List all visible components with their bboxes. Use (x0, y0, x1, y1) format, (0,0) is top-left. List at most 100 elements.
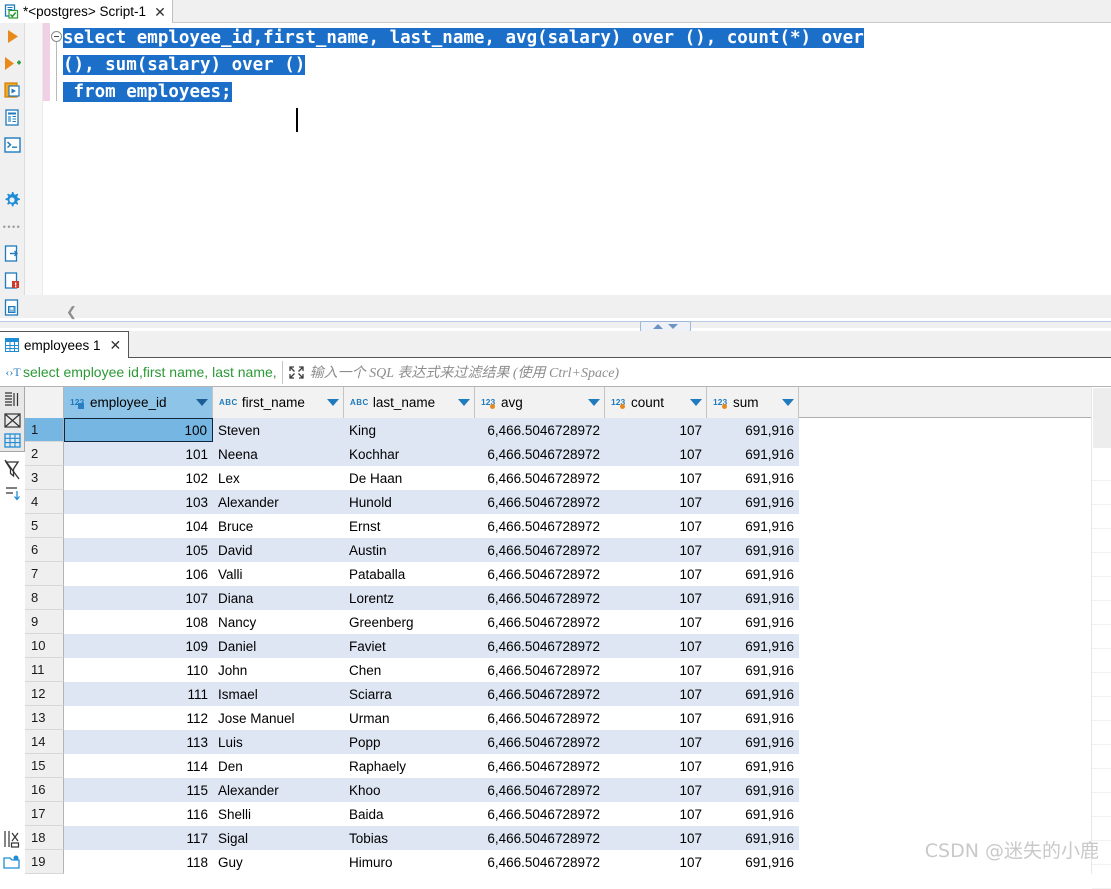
grid-cell-count[interactable]: 107 (605, 442, 707, 466)
grid-cell-last_name[interactable]: Raphaely (344, 754, 475, 778)
grid-cell-count[interactable]: 107 (605, 826, 707, 850)
grid-column-header-last_name[interactable]: ABC last_name (344, 387, 475, 418)
grid-cell-sum[interactable]: 691,916 (707, 562, 799, 586)
editor-tab-script-1[interactable]: *<postgres> Script-1 ✕ (0, 0, 173, 23)
row-number[interactable]: 8 (25, 586, 64, 610)
table-row[interactable]: 18 117 Sigal Tobias 6,466.5046728972 107 691,9… (25, 826, 1091, 850)
triangle-down-icon[interactable] (668, 324, 678, 329)
grid-cell-first_name[interactable]: Shelli (213, 802, 344, 826)
grid-cell-last_name[interactable]: De Haan (344, 466, 475, 490)
grid-rows[interactable]: 1 100 Steven King 6,466.5046728972 107 691,916… (25, 418, 1091, 874)
grid-cell-first_name[interactable]: Alexander (213, 778, 344, 802)
row-number[interactable]: 14 (25, 730, 64, 754)
grid-cell-sum[interactable]: 691,916 (707, 442, 799, 466)
expand-arrows-icon[interactable] (288, 365, 305, 380)
grid-cell-sum[interactable]: 691,916 (707, 682, 799, 706)
grid-cell-employee_id[interactable]: 113 (64, 730, 213, 754)
grid-cell-last_name[interactable]: Tobias (344, 826, 475, 850)
execute-sql-statement-button[interactable] (0, 23, 24, 50)
grid-cell-avg[interactable]: 6,466.5046728972 (475, 466, 605, 490)
row-number[interactable]: 16 (25, 778, 64, 802)
grid-cell-count[interactable]: 107 (605, 706, 707, 730)
grid-cell-employee_id[interactable]: 100 (64, 418, 213, 442)
row-number[interactable]: 12 (25, 682, 64, 706)
row-number[interactable]: 3 (25, 466, 64, 490)
grid-cell-count[interactable]: 107 (605, 682, 707, 706)
grid-cell-sum[interactable]: 691,916 (707, 514, 799, 538)
grid-cell-avg[interactable]: 6,466.5046728972 (475, 634, 605, 658)
grid-cell-avg[interactable]: 6,466.5046728972 (475, 826, 605, 850)
grid-cell-count[interactable]: 107 (605, 418, 707, 442)
grid-cell-sum[interactable]: 691,916 (707, 826, 799, 850)
grid-cell-count[interactable]: 107 (605, 586, 707, 610)
grid-cell-count[interactable]: 107 (605, 466, 707, 490)
grid-cell-first_name[interactable]: Steven (213, 418, 344, 442)
grid-cell-employee_id[interactable]: 115 (64, 778, 213, 802)
grid-cell-first_name[interactable]: Guy (213, 850, 344, 874)
row-number[interactable]: 17 (25, 802, 64, 826)
grid-cell-sum[interactable]: 691,916 (707, 730, 799, 754)
grid-cell-avg[interactable]: 6,466.5046728972 (475, 562, 605, 586)
close-icon[interactable]: ✕ (154, 5, 166, 19)
grid-cell-last_name[interactable]: Sciarra (344, 682, 475, 706)
grid-cell-avg[interactable]: 6,466.5046728972 (475, 706, 605, 730)
script-execute-icon[interactable] (0, 77, 24, 104)
grid-cell-avg[interactable]: 6,466.5046728972 (475, 730, 605, 754)
table-row[interactable]: 9 108 Nancy Greenberg 6,466.5046728972 107 691… (25, 610, 1091, 634)
grid-cell-employee_id[interactable]: 107 (64, 586, 213, 610)
calc-icon[interactable] (1, 828, 23, 849)
grid-cell-last_name[interactable]: Greenberg (344, 610, 475, 634)
chevron-down-icon[interactable] (782, 399, 794, 406)
row-number[interactable]: 15 (25, 754, 64, 778)
grid-cell-sum[interactable]: 691,916 (707, 706, 799, 730)
grid-cell-avg[interactable]: 6,466.5046728972 (475, 418, 605, 442)
grid-cell-avg[interactable]: 6,466.5046728972 (475, 514, 605, 538)
dots-icon[interactable]: •••• (0, 213, 24, 240)
grid-cell-last_name[interactable]: Baida (344, 802, 475, 826)
grid-cell-first_name[interactable]: Den (213, 754, 344, 778)
export-file-icon[interactable] (0, 240, 24, 267)
grid-cell-avg[interactable]: 6,466.5046728972 (475, 802, 605, 826)
grid-cell-employee_id[interactable]: 102 (64, 466, 213, 490)
grid-cell-avg[interactable]: 6,466.5046728972 (475, 682, 605, 706)
chevron-down-icon[interactable] (588, 399, 600, 406)
grid-cell-count[interactable]: 107 (605, 562, 707, 586)
grid-cell-first_name[interactable]: Neena (213, 442, 344, 466)
grid-cell-count[interactable]: 107 (605, 730, 707, 754)
grid-cell-avg[interactable]: 6,466.5046728972 (475, 610, 605, 634)
grid-view-icon[interactable] (1, 430, 23, 451)
row-number[interactable]: 4 (25, 490, 64, 514)
grid-cell-employee_id[interactable]: 111 (64, 682, 213, 706)
grid-cell-first_name[interactable]: Lex (213, 466, 344, 490)
grid-select-all-corner[interactable] (25, 387, 64, 418)
table-row[interactable]: 5 104 Bruce Ernst 6,466.5046728972 107 691,916 (25, 514, 1091, 538)
grid-column-header-employee_id[interactable]: 123 employee_id (64, 387, 213, 418)
grid-column-header-sum[interactable]: 123 sum (707, 387, 799, 418)
grid-cell-count[interactable]: 107 (605, 658, 707, 682)
panel-splitter[interactable] (0, 321, 1111, 328)
table-row[interactable]: 3 102 Lex De Haan 6,466.5046728972 107 691,916 (25, 466, 1091, 490)
grid-cell-first_name[interactable]: Sigal (213, 826, 344, 850)
grid-cell-avg[interactable]: 6,466.5046728972 (475, 658, 605, 682)
chevron-down-icon[interactable] (327, 399, 339, 406)
grid-cell-sum[interactable]: 691,916 (707, 634, 799, 658)
table-row[interactable]: 2 101 Neena Kochhar 6,466.5046728972 107 691,9… (25, 442, 1091, 466)
grid-cell-count[interactable]: 107 (605, 778, 707, 802)
grid-column-header-avg[interactable]: 123 avg (475, 387, 605, 418)
row-number[interactable]: 7 (25, 562, 64, 586)
grid-cell-employee_id[interactable]: 101 (64, 442, 213, 466)
chevron-down-icon[interactable] (196, 399, 208, 406)
row-number[interactable]: 18 (25, 826, 64, 850)
sql-code-text[interactable]: select employee_id,first_name, last_name… (63, 25, 1103, 106)
grid-cell-avg[interactable]: 6,466.5046728972 (475, 778, 605, 802)
save-grid-icon[interactable] (1, 851, 23, 872)
grid-cell-avg[interactable]: 6,466.5046728972 (475, 490, 605, 514)
grid-cell-sum[interactable]: 691,916 (707, 754, 799, 778)
grid-cell-last_name[interactable]: Pataballa (344, 562, 475, 586)
grid-cell-first_name[interactable]: Nancy (213, 610, 344, 634)
grid-cell-count[interactable]: 107 (605, 538, 707, 562)
row-number[interactable]: 10 (25, 634, 64, 658)
grid-cell-employee_id[interactable]: 109 (64, 634, 213, 658)
grid-cell-first_name[interactable]: Ismael (213, 682, 344, 706)
grid-cell-first_name[interactable]: Bruce (213, 514, 344, 538)
